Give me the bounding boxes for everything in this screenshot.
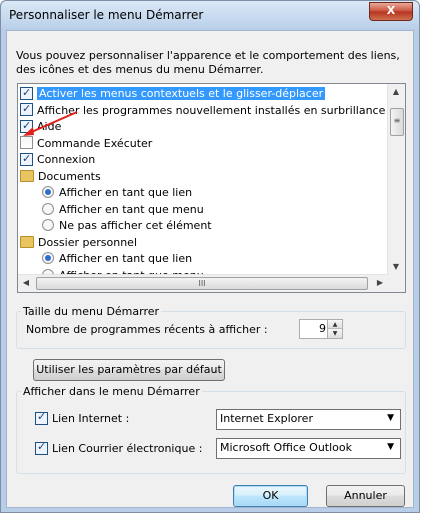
ok-button[interactable]: OK <box>233 485 308 507</box>
list-item[interactable]: Dossier personnel <box>20 235 137 251</box>
scroll-up-icon[interactable]: ▲ <box>388 84 404 100</box>
list-item-label: Afficher en tant que menu <box>59 202 204 216</box>
list-item-label: Aide <box>37 120 62 133</box>
list-item-label: Activer les menus contextuels et le glis… <box>37 87 326 100</box>
description-text: Vous pouvez personnaliser l'apparence et… <box>16 49 400 76</box>
internet-link-option[interactable]: Lien Internet : <box>35 410 130 426</box>
list-item-radio[interactable] <box>42 202 54 215</box>
mail-client-value: Microsoft Office Outlook <box>220 441 352 454</box>
spinner-up-icon[interactable]: ▲ <box>328 320 342 329</box>
recent-programs-value[interactable]: 9 <box>304 322 326 335</box>
restore-defaults-button[interactable]: Utiliser les paramètres par défaut <box>33 359 225 381</box>
recent-programs-label: Nombre de programmes récents à afficher … <box>26 323 268 336</box>
dialog-window: Personnaliser le menu Démarrer X Vous po… <box>0 0 420 513</box>
scroll-corner <box>388 275 405 292</box>
list-item[interactable]: Afficher en tant que lien <box>42 251 192 267</box>
spinner-buttons: ▲ ▼ <box>327 320 342 338</box>
list-item-checkbox[interactable] <box>20 118 33 134</box>
chevron-down-icon: ▼ <box>387 442 394 452</box>
dialog-body: Vous pouvez personnaliser l'apparence et… <box>6 30 414 508</box>
list-item[interactable]: Ne pas afficher cet élément <box>42 218 212 234</box>
list-item-label: Connexion <box>37 153 96 166</box>
list-item[interactable]: Afficher les programmes nouvellement ins… <box>20 101 386 119</box>
list-item-label: Dossier personnel <box>38 235 138 249</box>
window-title: Personnaliser le menu Démarrer <box>9 8 204 22</box>
spinner-down-icon[interactable]: ▼ <box>328 329 342 338</box>
show-group <box>16 391 406 474</box>
size-group-title: Taille du menu Démarrer <box>21 305 162 318</box>
list-item-label: Afficher en tant que lien <box>59 186 193 199</box>
scroll-down-icon[interactable]: ▼ <box>388 259 404 275</box>
internet-browser-value: Internet Explorer <box>220 412 313 425</box>
internet-link-label: Lien Internet : <box>52 412 130 425</box>
close-icon: X <box>386 4 396 17</box>
list-item-checkbox[interactable] <box>20 151 33 167</box>
list-item-label: Documents <box>38 169 101 183</box>
list-item-radio[interactable] <box>42 186 54 198</box>
list-item-checkbox[interactable] <box>20 85 33 101</box>
list-item-radio[interactable] <box>42 219 54 231</box>
list-item-checkbox[interactable] <box>20 136 33 149</box>
title-bar[interactable]: Personnaliser le menu Démarrer X <box>1 1 419 29</box>
list-item[interactable]: Connexion <box>20 151 96 168</box>
chevron-down-icon: ▼ <box>387 413 394 423</box>
scroll-right-icon[interactable]: ▶ <box>372 275 388 291</box>
internet-browser-dropdown[interactable]: Internet Explorer ▼ <box>216 409 401 430</box>
list-item[interactable]: Afficher en tant que lien <box>42 185 192 201</box>
list-item[interactable]: Documents <box>20 169 101 185</box>
horizontal-scrollbar[interactable]: ◀ III ▶ <box>18 274 388 292</box>
mail-link-checkbox[interactable] <box>35 440 48 455</box>
vertical-scrollbar[interactable]: ▲ ≡ ▼ <box>387 84 405 275</box>
show-group-title: Afficher dans le menu Démarrer <box>21 385 202 398</box>
close-button[interactable]: X <box>369 2 413 21</box>
mail-link-option[interactable]: Lien Courrier électronique : <box>35 440 203 456</box>
list-item[interactable]: Commande Exécuter <box>20 136 152 152</box>
list-item-label: Afficher les programmes nouvellement ins… <box>37 103 386 117</box>
list-item[interactable]: Aide <box>20 118 62 135</box>
mail-link-label: Lien Courrier électronique : <box>52 442 203 455</box>
list-item[interactable]: Afficher en tant que menu <box>42 202 204 218</box>
folder-icon <box>20 235 34 248</box>
options-list-items: Activer les menus contextuels et le glis… <box>18 84 388 275</box>
vertical-scroll-thumb[interactable]: ≡ <box>390 108 404 136</box>
list-item-checkbox[interactable] <box>20 101 33 117</box>
options-listbox[interactable]: Activer les menus contextuels et le glis… <box>17 83 406 293</box>
list-item-radio[interactable] <box>42 252 54 264</box>
recent-programs-spinner[interactable]: 9 ▲ ▼ <box>299 319 343 339</box>
list-item-label: Ne pas afficher cet élément <box>59 219 212 232</box>
internet-link-checkbox[interactable] <box>35 410 48 425</box>
list-item-label: Commande Exécuter <box>37 136 153 150</box>
mail-client-dropdown[interactable]: Microsoft Office Outlook ▼ <box>216 438 401 459</box>
horizontal-scroll-thumb[interactable]: III <box>36 277 368 290</box>
scroll-left-icon[interactable]: ◀ <box>18 275 34 291</box>
list-item[interactable]: Activer les menus contextuels et le glis… <box>20 85 326 102</box>
cancel-button[interactable]: Annuler <box>326 485 405 507</box>
folder-icon <box>20 169 34 182</box>
list-item-label: Afficher en tant que lien <box>59 252 193 265</box>
